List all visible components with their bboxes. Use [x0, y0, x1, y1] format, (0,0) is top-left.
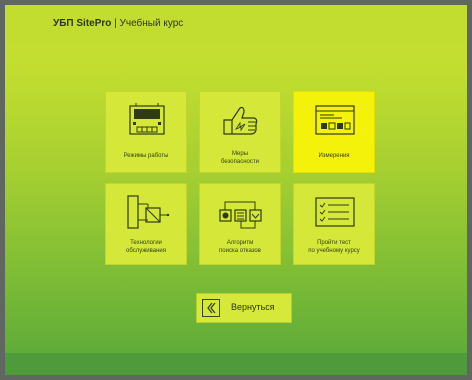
footer-bar: [5, 353, 467, 375]
device-panel-icon: [129, 103, 165, 135]
course-name: Учебный курс: [119, 18, 184, 29]
tile-label: Пройти тест по учебному курсу: [308, 240, 360, 254]
chevron-left-icon: [202, 299, 220, 317]
measurement-window-icon: [315, 105, 355, 135]
tile-label: Технологии обслуживания: [125, 240, 166, 254]
tile-maintenance-technology[interactable]: Технологии обслуживания: [105, 183, 187, 265]
tile-label: Меры безопасности: [221, 151, 259, 165]
tile-take-course-test[interactable]: Пройти тест по учебному курсу: [293, 183, 375, 265]
tile-operating-modes[interactable]: Режимы работы: [105, 91, 187, 173]
circuit-diagram-icon: [127, 195, 170, 229]
checklist-icon: [315, 197, 355, 227]
brand-name: УБП SitePro: [53, 18, 112, 29]
title-separator: |: [111, 18, 120, 29]
header-bar: УБП SitePro | Учебный курс: [5, 5, 467, 45]
page-title: УБП SitePro | Учебный курс: [53, 18, 183, 29]
tile-measurements[interactable]: Измерения: [293, 91, 375, 173]
back-button-label: Вернуться: [231, 302, 275, 312]
tile-safety-measures[interactable]: Меры безопасности: [199, 91, 281, 173]
course-menu-window: УБП SitePro | Учебный курс Режимы работы: [5, 5, 467, 375]
tile-fault-search-algorithm[interactable]: Алгоритм поиска отказов: [199, 183, 281, 265]
tile-label: Алгоритм поиска отказов: [219, 240, 261, 254]
back-button[interactable]: Вернуться: [196, 293, 292, 323]
thumbs-up-icon: [223, 106, 258, 135]
algorithm-flow-icon: [219, 201, 262, 229]
tile-label: Режимы работы: [123, 153, 169, 159]
tile-label: Измерения: [318, 153, 350, 159]
